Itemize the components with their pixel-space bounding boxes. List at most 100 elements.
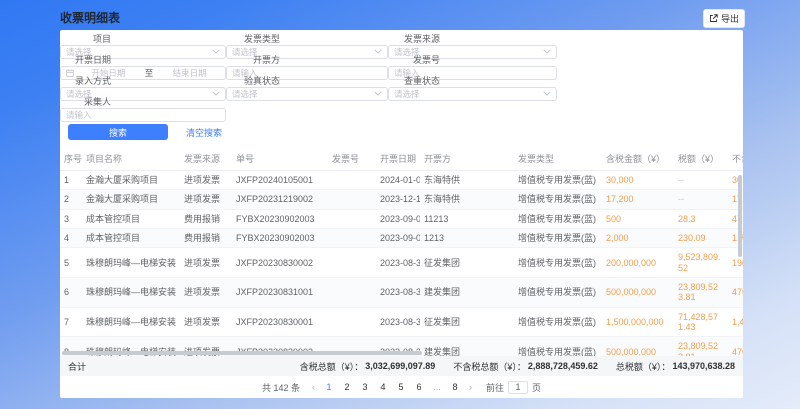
pagination: 共 142 条 ‹ 123456...8 › 前往 页 xyxy=(60,376,743,398)
table-cell: -- xyxy=(674,171,728,190)
table-cell: JXFP20230830001 xyxy=(232,307,328,337)
invoice-type-label: 发票类型 xyxy=(226,32,286,45)
table-cell: 成本管控项目 xyxy=(82,229,180,248)
table-cell xyxy=(328,248,376,278)
column-header: 序号 xyxy=(60,147,82,171)
table-cell: 2023-08-30 xyxy=(376,307,420,337)
dup-check-label: 查重状态 xyxy=(388,74,446,87)
table-cell: 进项发票 xyxy=(180,248,232,278)
table-cell xyxy=(328,209,376,228)
table-cell: 2023-09-04 xyxy=(376,209,420,228)
table-cell: 476,190,476.19 xyxy=(728,278,743,308)
chevron-down-icon xyxy=(374,91,382,96)
table-cell: 东海特供 xyxy=(420,190,514,209)
table-cell: 2023-08-31 xyxy=(376,278,420,308)
table-cell: 珠穆朗玛峰—电梯安装 xyxy=(82,248,180,278)
table-cell: 1,428,571,428.57 xyxy=(728,307,743,337)
table-cell: 征发集团 xyxy=(420,307,514,337)
column-header: 发票来源 xyxy=(180,147,232,171)
pagination-page[interactable]: 6 xyxy=(413,382,425,392)
export-button-label: 导出 xyxy=(721,12,739,25)
entry-method-label: 录入方式 xyxy=(60,74,117,87)
table-cell: 230.09 xyxy=(674,229,728,248)
next-page-icon[interactable]: › xyxy=(467,382,474,392)
table-cell xyxy=(328,171,376,190)
prev-page-icon[interactable]: ‹ xyxy=(310,382,317,392)
table-cell xyxy=(328,229,376,248)
goto-page-input[interactable] xyxy=(508,381,528,394)
summary-incl-tax: 含税总额（¥）： 3,032,699,097.89 xyxy=(300,360,436,373)
table-cell: 进项发票 xyxy=(180,190,232,209)
summary-label: 合计 xyxy=(60,360,86,373)
table-cell: 增值税专用发票(蓝) xyxy=(514,307,602,337)
table-cell: 4 xyxy=(60,229,82,248)
collector-label: 采集人 xyxy=(60,95,117,108)
pagination-page[interactable]: 5 xyxy=(395,382,407,392)
column-header: 开票日期 xyxy=(376,147,420,171)
pagination-page[interactable]: 8 xyxy=(449,382,461,392)
verify-status-select[interactable]: 请选择 xyxy=(226,87,388,101)
project-label: 项目 xyxy=(60,32,117,45)
table-cell: 费用报销 xyxy=(180,209,232,228)
table-cell: 11213 xyxy=(420,209,514,228)
table-cell: 2023-09-04 xyxy=(376,229,420,248)
invoice-date-label: 开票日期 xyxy=(60,53,117,66)
verify-status-label: 验真状态 xyxy=(226,74,286,87)
table-cell: 金瀚大厦采购项目 xyxy=(82,190,180,209)
vertical-scrollbar[interactable] xyxy=(738,175,742,257)
export-button[interactable]: 导出 xyxy=(703,9,745,28)
summary-excl-tax: 不含税总额（¥）： 2,888,728,459.62 xyxy=(453,360,598,373)
pagination-page[interactable]: 1 xyxy=(323,382,335,392)
table-header-row: 序号项目名称发票来源单号发票号开票日期开票方发票类型含税金额（¥）税额（¥）不含… xyxy=(60,147,743,171)
chevron-down-icon xyxy=(543,91,551,96)
clear-search-link[interactable]: 清空搜索 xyxy=(186,126,222,139)
summary-row: 合计 含税总额（¥）： 3,032,699,097.89 不含税总额（¥）： 2… xyxy=(60,356,743,376)
table-cell: 珠穆朗玛峰—电梯安装 xyxy=(82,307,180,337)
table-cell: 增值税专用发票(蓝) xyxy=(514,190,602,209)
pagination-total: 共 142 条 xyxy=(262,381,300,394)
table-cell: 17,200 xyxy=(602,190,674,209)
table-cell xyxy=(328,307,376,337)
table-cell: 200,000,000 xyxy=(602,248,674,278)
filter-form: 项目 请选择 发票类型 请选择 发票来源 请选择 xyxy=(60,30,743,140)
page-title: 收票明细表 xyxy=(60,9,120,26)
table-cell: 500 xyxy=(602,209,674,228)
column-header: 发票号 xyxy=(328,147,376,171)
table-cell: 2024-01-05 xyxy=(376,171,420,190)
table-cell: 金瀚大厦采购项目 xyxy=(82,171,180,190)
table-cell: 71,428,571.43 xyxy=(674,307,728,337)
pagination-page[interactable]: 3 xyxy=(359,382,371,392)
column-header: 发票类型 xyxy=(514,147,602,171)
table-cell: 东海特供 xyxy=(420,171,514,190)
content-card: 项目 请选择 发票类型 请选择 发票来源 请选择 xyxy=(60,30,743,398)
table-cell: 1213 xyxy=(420,229,514,248)
table-cell: 7 xyxy=(60,307,82,337)
table-cell: -- xyxy=(674,190,728,209)
table-cell: 珠穆朗玛峰—电梯安装 xyxy=(82,278,180,308)
table-cell: 500,000,000 xyxy=(602,278,674,308)
table-cell: JXFP20230831001 xyxy=(232,278,328,308)
pagination-page[interactable]: 2 xyxy=(341,382,353,392)
table-cell: 增值税专用发票(蓝) xyxy=(514,337,602,356)
table-cell: 增值税专用发票(蓝) xyxy=(514,229,602,248)
invoice-source-label: 发票来源 xyxy=(388,32,446,45)
pagination-page[interactable]: 4 xyxy=(377,382,389,392)
dup-check-select[interactable]: 请选择 xyxy=(388,87,557,101)
collector-input[interactable]: 请输入 xyxy=(60,108,226,122)
search-button[interactable]: 搜索 xyxy=(68,124,168,140)
table-cell: JXFP20230830002 xyxy=(232,248,328,278)
table-cell: 30,000 xyxy=(602,171,674,190)
filter-dup-check-status: 查重状态 请选择 xyxy=(388,74,557,101)
table-cell: 建发集团 xyxy=(420,337,514,356)
export-icon xyxy=(709,14,718,23)
column-header: 项目名称 xyxy=(82,147,180,171)
table-cell: FYBX20230902003 xyxy=(232,229,328,248)
table-row: 3成本管控项目费用报销FYBX202309020032023-09-041121… xyxy=(60,209,743,228)
table-cell: 9,523,809.52 xyxy=(674,248,728,278)
table-cell: 2 xyxy=(60,190,82,209)
table-cell: 500,000,000 xyxy=(602,337,674,356)
goto-label: 前往 xyxy=(486,381,504,394)
horizontal-scrollbar[interactable] xyxy=(62,351,422,355)
table-cell: 23,809,523.81 xyxy=(674,278,728,308)
table-cell: 1 xyxy=(60,171,82,190)
